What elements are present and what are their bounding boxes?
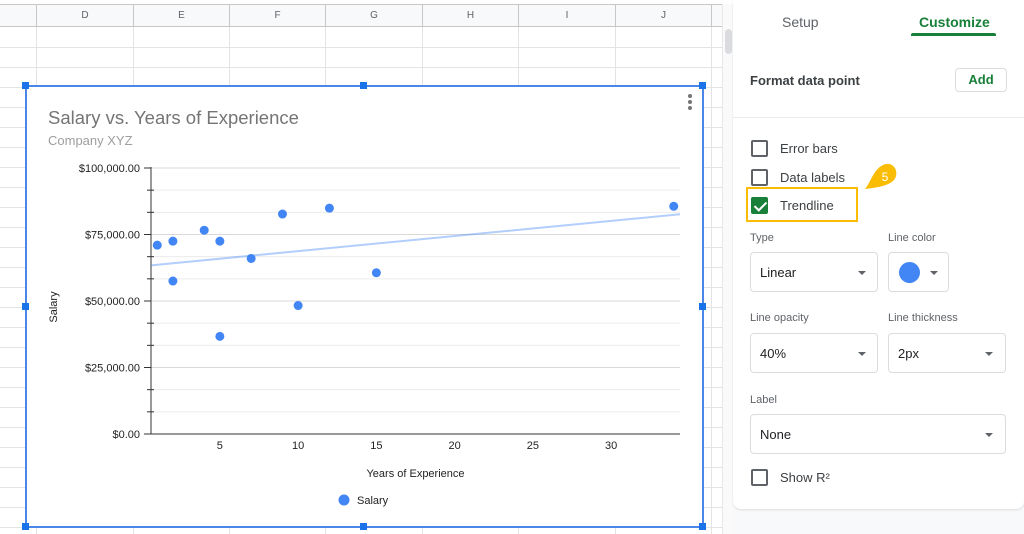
line-thickness-value: 2px	[898, 346, 919, 361]
data-point	[152, 240, 162, 250]
x-tick-label: 20	[449, 440, 461, 452]
app-root: D E F G H I J Salary vs. Years of Experi…	[0, 0, 1024, 534]
dropdown-arrow-icon	[985, 352, 993, 356]
column-header-g[interactable]: G	[325, 5, 422, 27]
section-divider	[733, 117, 1024, 118]
data-point	[215, 331, 225, 341]
add-data-point-button[interactable]: Add	[955, 68, 1007, 92]
error-bars-label: Error bars	[780, 140, 838, 156]
resize-handle-top[interactable]	[360, 82, 367, 89]
row-gridline	[0, 67, 722, 68]
y-tick-label: $0.00	[112, 429, 140, 441]
legend-marker	[338, 494, 350, 506]
line-color-select[interactable]	[888, 252, 949, 292]
show-r2-checkbox[interactable]	[751, 468, 768, 486]
step-number: 5	[882, 170, 889, 184]
y-tick-label: $25,000.00	[85, 363, 140, 375]
trendline-label: Trendline	[780, 197, 834, 213]
trendline-label-label: Label	[750, 394, 777, 406]
resize-handle-right[interactable]	[699, 303, 706, 310]
trendline-label-value: None	[760, 427, 792, 442]
type-label: Type	[750, 232, 774, 244]
resize-handle-left[interactable]	[22, 303, 29, 310]
dropdown-arrow-icon	[930, 271, 938, 275]
line-opacity-label: Line opacity	[750, 312, 809, 324]
data-point	[324, 203, 334, 213]
trendline	[150, 213, 681, 267]
tab-customize[interactable]: Customize	[919, 14, 990, 30]
line-thickness-select[interactable]: 2px	[888, 333, 1006, 373]
trendline-option[interactable]: Trendline	[751, 195, 834, 215]
data-labels-checkbox[interactable]	[751, 168, 768, 186]
data-point	[215, 236, 225, 246]
line-opacity-value: 40%	[760, 346, 787, 361]
chart-editor-panel: Setup Customize Format data point Add Er…	[733, 0, 1024, 509]
format-data-point-heading: Format data point	[750, 73, 860, 88]
resize-handle-top-left[interactable]	[22, 82, 29, 89]
active-tab-indicator	[911, 33, 996, 36]
legend-label: Salary	[357, 495, 389, 507]
x-tick-label: 15	[370, 440, 382, 452]
column-header-k[interactable]	[711, 5, 722, 27]
column-header-j[interactable]: J	[615, 5, 711, 27]
vertical-scrollbar[interactable]	[722, 4, 733, 534]
row-gridline	[0, 47, 722, 48]
data-labels-label: Data labels	[780, 169, 846, 185]
error-bars-option[interactable]: Error bars	[751, 138, 838, 158]
chart-container[interactable]: Salary vs. Years of Experience Company X…	[25, 85, 704, 528]
data-point	[669, 201, 679, 211]
dropdown-arrow-icon	[858, 352, 866, 356]
x-axis-title: Years of Experience	[366, 468, 464, 480]
trendline-label-select[interactable]: None	[750, 414, 1006, 454]
data-point	[371, 268, 381, 278]
resize-handle-bottom-left[interactable]	[22, 523, 29, 530]
y-tick-label: $50,000.00	[85, 296, 140, 308]
trendline-type-value: Linear	[760, 265, 797, 280]
line-thickness-label: Line thickness	[888, 312, 958, 324]
data-point	[168, 276, 178, 286]
x-tick-label: 25	[527, 440, 539, 452]
resize-handle-top-right[interactable]	[699, 82, 706, 89]
data-point	[293, 301, 303, 311]
dropdown-arrow-icon	[985, 433, 993, 437]
x-tick-label: 5	[217, 440, 223, 452]
x-tick-label: 10	[292, 440, 304, 452]
step-callout-badge: 5	[865, 163, 897, 189]
show-r2-option[interactable]: Show R²	[751, 467, 830, 487]
data-point	[199, 225, 209, 235]
resize-handle-bottom-right[interactable]	[699, 523, 706, 530]
y-axis-title: Salary	[48, 291, 60, 323]
y-tick-label: $100,000.00	[79, 163, 140, 175]
x-tick-label: 30	[605, 440, 617, 452]
column-header-d[interactable]: D	[36, 5, 133, 27]
column-header-e[interactable]: E	[133, 5, 229, 27]
column-header-h[interactable]: H	[422, 5, 518, 27]
line-opacity-select[interactable]: 40%	[750, 333, 878, 373]
data-labels-option[interactable]: Data labels	[751, 167, 845, 187]
scatter-plot: $0.00 $25,000.00 $50,000.00 $75,000.00 $100,…	[48, 163, 681, 507]
error-bars-checkbox[interactable]	[751, 139, 768, 157]
column-header-f[interactable]: F	[229, 5, 325, 27]
resize-handle-bottom[interactable]	[360, 523, 367, 530]
dropdown-arrow-icon	[858, 271, 866, 275]
column-header-i[interactable]: I	[518, 5, 615, 27]
trendline-checkbox[interactable]	[751, 196, 768, 214]
color-swatch	[899, 262, 920, 283]
column-header-bar: D E F G H I J	[0, 4, 722, 27]
tab-setup[interactable]: Setup	[782, 14, 819, 30]
column-gridline	[711, 27, 712, 534]
data-point	[168, 236, 178, 246]
line-color-label: Line color	[888, 232, 936, 244]
show-r2-label: Show R²	[780, 469, 830, 485]
data-point	[246, 253, 256, 263]
scrollbar-thumb[interactable]	[725, 29, 732, 54]
y-tick-label: $75,000.00	[85, 230, 140, 242]
trendline-type-select[interactable]: Linear	[750, 252, 878, 292]
data-point	[277, 209, 287, 219]
